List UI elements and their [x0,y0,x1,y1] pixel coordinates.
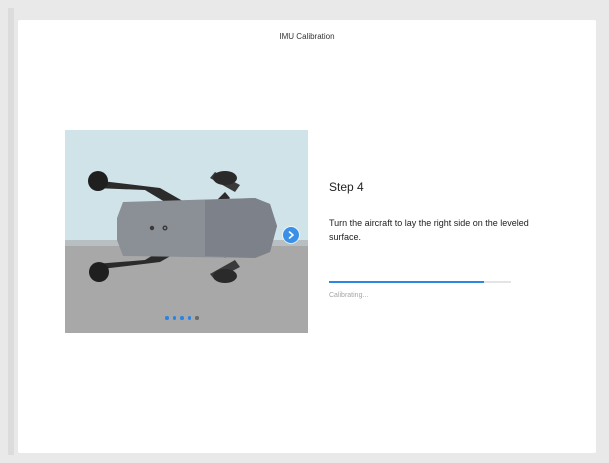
next-image-button[interactable] [283,227,299,243]
aircraft-image [65,130,308,333]
progress-fill [329,281,484,283]
chevron-right-icon [288,231,294,239]
pager-dot-3[interactable] [180,316,184,320]
left-rail [8,8,14,455]
image-pager [165,316,199,320]
status-text: Calibrating... [329,292,369,299]
pager-dot-1[interactable] [165,316,169,320]
step-instruction: Turn the aircraft to lay the right side … [329,218,529,242]
pager-dot-2[interactable] [172,316,176,320]
page-title: IMU Calibration [279,32,335,41]
calibration-progress-bar [329,281,511,283]
aircraft-illustration [65,130,308,333]
step-title: Step 4 [329,180,364,194]
pager-dot-4[interactable] [187,316,191,320]
pager-dot-5[interactable] [195,316,199,320]
calibration-card: IMU Calibration Step 4 Turn the aircraft… [18,20,596,453]
